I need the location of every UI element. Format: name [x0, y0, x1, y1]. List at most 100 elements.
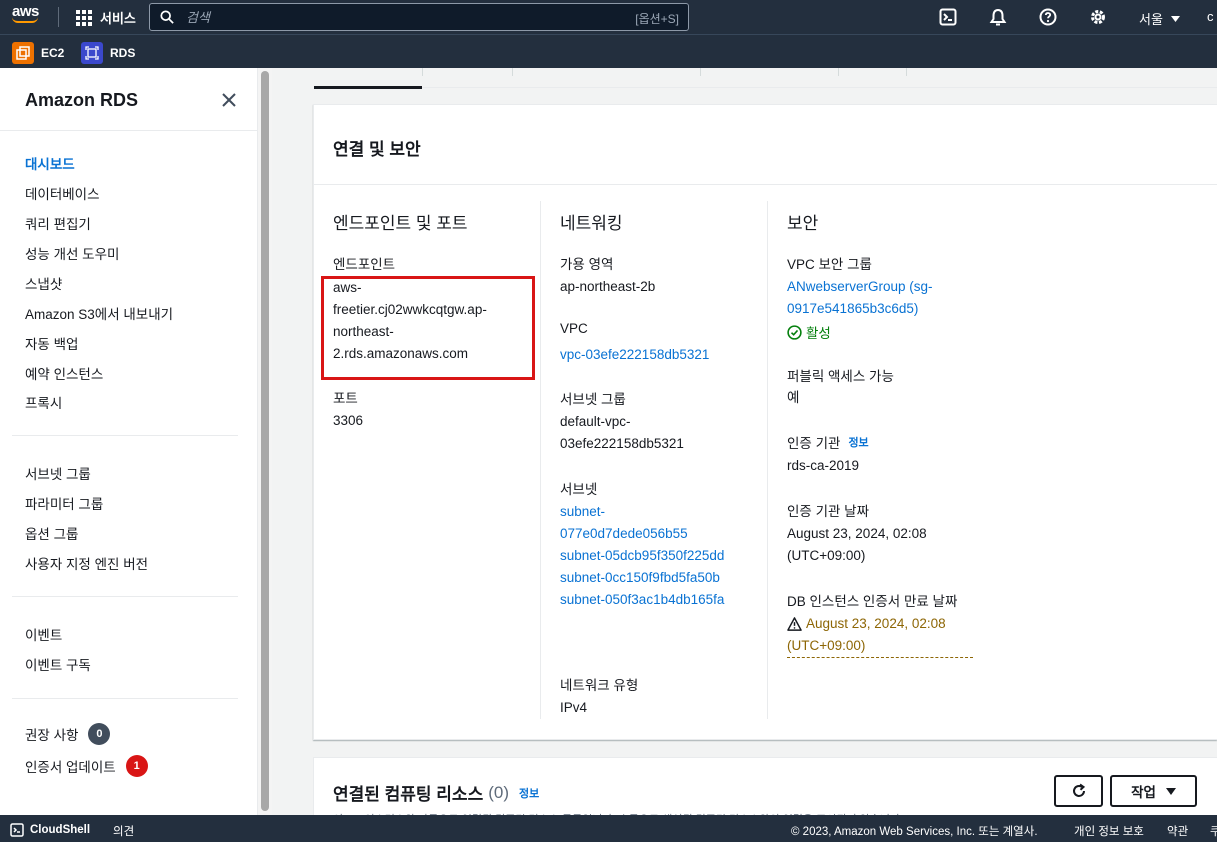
sidebar-item-exports-in-s3[interactable]: Amazon S3에서 내보내기: [25, 303, 173, 323]
favorite-rds-label: RDS: [110, 46, 136, 60]
subnet-link-4[interactable]: subnet-050f3ac1b4db165fa: [560, 589, 724, 611]
sidebar-divider: [12, 596, 238, 597]
settings-gear-icon[interactable]: [1089, 8, 1107, 26]
certificate-update-label: 인증서 업데이트: [25, 760, 116, 775]
subnets-label: 서브넷: [560, 482, 598, 497]
tab-divider: [422, 68, 423, 76]
sidebar-item-performance-insights[interactable]: 성능 개선 도우미: [25, 243, 119, 263]
sidebar-item-custom-engine-versions[interactable]: 사용자 지정 엔진 버전: [25, 553, 148, 573]
sidebar-item-subnet-groups[interactable]: 서브넷 그룹: [25, 463, 91, 483]
cloudshell-footer-button[interactable]: CloudShell: [10, 823, 90, 837]
sidebar-title[interactable]: Amazon RDS: [25, 90, 138, 111]
sidebar-item-events[interactable]: 이벤트: [25, 624, 62, 644]
sidebar-item-automated-backups[interactable]: 자동 백업: [25, 333, 78, 353]
subnet-link-1[interactable]: subnet- 077e0d7dede056b55: [560, 501, 688, 545]
subnet-link-2[interactable]: subnet-05dcb95f350f225dd: [560, 545, 724, 567]
vpc-label: VPC: [560, 321, 588, 336]
port-label: 포트: [333, 391, 358, 406]
vpc-security-group-label: VPC 보안 그룹: [787, 257, 872, 272]
rds-service-icon: [81, 42, 103, 64]
tab-divider: [838, 68, 839, 76]
sidebar-scrollbar[interactable]: [258, 68, 272, 815]
security-group-line: ANwebserverGroup (sg-: [787, 279, 933, 294]
ca-date-label: 인증 기관 날짜: [787, 504, 870, 519]
cloudshell-icon[interactable]: [939, 8, 957, 26]
scrollbar-thumb[interactable]: [261, 71, 269, 811]
actions-button[interactable]: 작업: [1110, 775, 1197, 807]
help-icon[interactable]: [1039, 8, 1057, 26]
connected-compute-title-row: 연결된 컴퓨팅 리소스 (0) 정보: [333, 780, 539, 805]
feedback-link[interactable]: 의견: [113, 823, 134, 839]
network-type-label: 네트워크 유형: [560, 678, 639, 693]
vpc-link[interactable]: vpc-03efe222158db5321: [560, 344, 709, 366]
connected-compute-info-link[interactable]: 정보: [519, 785, 539, 801]
cookie-preferences-link[interactable]: 쿠: [1210, 823, 1217, 839]
terms-link[interactable]: 약관: [1167, 823, 1188, 839]
favorite-rds[interactable]: RDS: [81, 42, 135, 64]
aws-logo[interactable]: aws: [12, 3, 44, 29]
sidebar-item-event-subscriptions[interactable]: 이벤트 구독: [25, 654, 91, 674]
close-icon[interactable]: [221, 92, 237, 108]
column-divider: [767, 201, 768, 719]
sidebar-item-recommendations[interactable]: 권장 사항 0: [25, 723, 111, 745]
cert-expiry-line-row: August 23, 2024, 02:08: [787, 613, 946, 635]
panel-title: 연결 및 보안: [333, 140, 421, 159]
certificate-authority-label: 인증 기관: [787, 436, 841, 451]
security-group-link[interactable]: ANwebserverGroup (sg- 0917e541865b3c6d5): [787, 276, 933, 320]
port-value: 3306: [333, 413, 364, 428]
sidebar-item-snapshots[interactable]: 스냅샷: [25, 273, 62, 293]
actions-label: 작업: [1131, 785, 1156, 800]
tabs-strip: [314, 68, 1217, 89]
certificate-authority-value: rds-ca-2019: [787, 458, 860, 473]
refresh-button[interactable]: [1054, 775, 1103, 807]
grid-icon: [76, 9, 92, 26]
public-access-value: 예: [787, 390, 800, 405]
subnet-link-3[interactable]: subnet-0cc150f9fbd5fa50b: [560, 567, 720, 589]
favorite-ec2[interactable]: EC2: [12, 42, 64, 64]
certificate-authority-info-link[interactable]: 정보: [848, 434, 868, 450]
tab-divider: [906, 68, 907, 76]
sidebar-item-certificate-update[interactable]: 인증서 업데이트 1: [25, 755, 148, 777]
sidebar-item-dashboard[interactable]: 대시보드: [25, 153, 75, 173]
notifications-bell-icon[interactable]: [989, 8, 1007, 26]
copyright-text: © 2023, Amazon Web Services, Inc. 또는 계열사…: [791, 826, 1038, 838]
endpoint-value[interactable]: aws- freetier.cj02wwkcqtgw.ap- northeast…: [333, 277, 487, 365]
security-group-status: 활성: [787, 322, 831, 342]
search-shortcut-hint: [옵션+S]: [635, 12, 679, 26]
sidebar-item-proxies[interactable]: 프록시: [25, 392, 62, 412]
search-input[interactable]: [186, 9, 606, 25]
sidebar-item-parameter-groups[interactable]: 파라미터 그룹: [25, 493, 103, 513]
endpoint-label: 엔드포인트: [333, 257, 396, 272]
cert-expiry-value[interactable]: August 23, 2024, 02:08 (UTC+09:00): [787, 613, 946, 657]
sidebar-item-option-groups[interactable]: 옵션 그룹: [25, 523, 78, 543]
aws-logo-text: aws: [12, 3, 39, 20]
account-menu[interactable]: c: [1207, 9, 1217, 24]
subnet-line: subnet-: [560, 504, 606, 519]
subnet-group-line: default-vpc-: [560, 414, 631, 429]
subnet-group-line: 03efe222158db5321: [560, 436, 684, 451]
recommendations-count-badge: 0: [88, 723, 111, 745]
cert-expiry-line: (UTC+09:00): [787, 638, 866, 653]
tab-divider: [700, 68, 701, 76]
ca-date-value: August 23, 2024, 02:08 (UTC+09:00): [787, 523, 927, 567]
privacy-link[interactable]: 개인 정보 보호: [1074, 823, 1144, 839]
top-navigation: aws 서비스 [옵션+S] 서울 c: [0, 0, 1217, 34]
security-group-line: 0917e541865b3c6d5): [787, 301, 919, 316]
network-type-value: IPv4: [560, 700, 588, 715]
public-access-label: 퍼블릭 액세스 가능: [787, 369, 894, 384]
sidebar-item-query-editor[interactable]: 쿼리 편집기: [25, 213, 91, 233]
endpoint-line: aws-: [333, 280, 362, 295]
search-icon: [160, 10, 174, 24]
subnet-group-label: 서브넷 그룹: [560, 392, 626, 407]
sidebar-item-reserved-instances[interactable]: 예약 인스턴스: [25, 363, 103, 383]
cert-expiry-underline: [787, 657, 973, 658]
region-selector[interactable]: 서울: [1139, 9, 1180, 28]
services-menu-button[interactable]: 서비스: [76, 8, 136, 27]
availability-zone-label: 가용 영역: [560, 257, 614, 272]
search-box[interactable]: [옵션+S]: [149, 3, 689, 31]
nav-divider: [58, 7, 59, 27]
connected-compute-count: (0): [488, 782, 509, 802]
subnet-group-value: default-vpc- 03efe222158db5321: [560, 411, 684, 455]
cert-expiry-label: DB 인스턴스 인증서 만료 날짜: [787, 594, 958, 609]
sidebar-item-databases[interactable]: 데이터베이스: [25, 183, 100, 203]
